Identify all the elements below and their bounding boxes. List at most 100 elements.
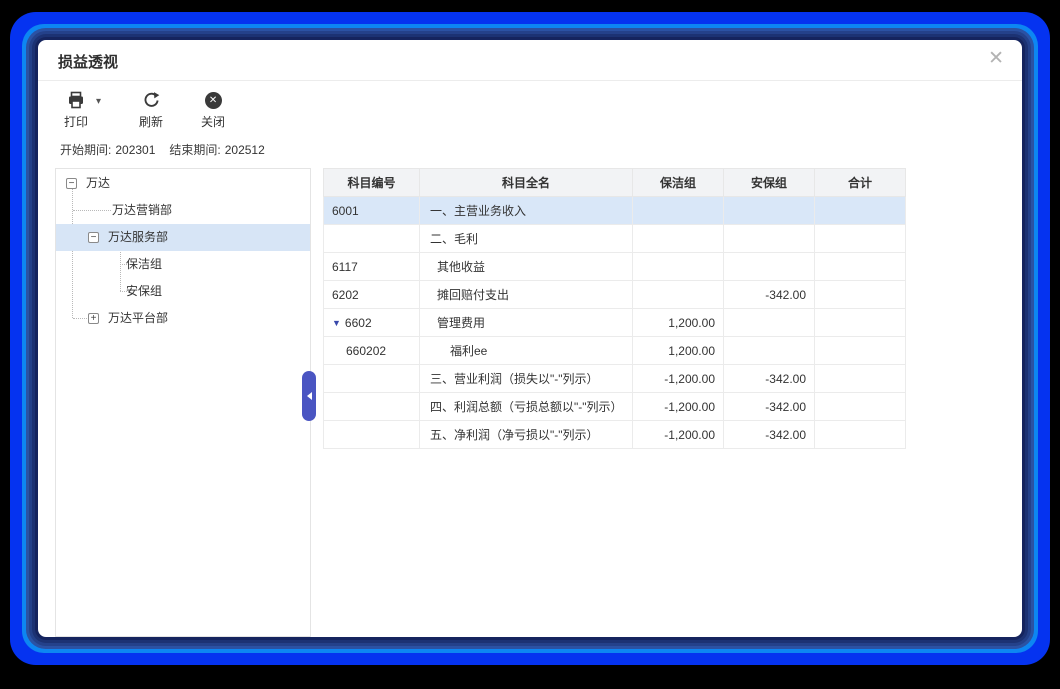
account-code-cell: 6202	[324, 281, 420, 309]
window-close-icon[interactable]: ✕	[988, 48, 1004, 70]
security-group-amount-cell	[724, 309, 815, 337]
account-row[interactable]: ▼6602管理费用1,200.00	[324, 309, 906, 337]
cleaning-group-amount-cell: 1,200.00	[633, 309, 724, 337]
column-header: 保洁组	[633, 169, 724, 197]
cleaning-group-amount-cell: -1,200.00	[633, 421, 724, 449]
column-header: 安保组	[724, 169, 815, 197]
account-row[interactable]: 二、毛利	[324, 225, 906, 253]
total-amount-cell	[815, 337, 906, 365]
account-code-cell	[324, 365, 420, 393]
cleaning-group-amount-cell	[633, 225, 724, 253]
total-amount-cell	[815, 253, 906, 281]
close-button[interactable]: ✕ 关闭	[195, 90, 231, 130]
security-group-amount-cell: -342.00	[724, 365, 815, 393]
cleaning-group-amount-cell: -1,200.00	[633, 393, 724, 421]
column-header: 科目全名	[420, 169, 633, 197]
org-tree: −万达万达营销部−万达服务部保洁组安保组+万达平台部	[56, 169, 310, 332]
security-group-amount-cell	[724, 253, 815, 281]
total-amount-cell	[815, 365, 906, 393]
close-button-label: 关闭	[201, 113, 225, 130]
account-table: 科目编号科目全名保洁组安保组合计 6001一、主营业务收入二、毛利6117其他收…	[323, 168, 906, 449]
column-header: 科目编号	[324, 169, 420, 197]
account-row[interactable]: 6117其他收益	[324, 253, 906, 281]
collapse-toggle-icon[interactable]: −	[88, 232, 99, 243]
security-group-amount-cell	[724, 197, 815, 225]
total-amount-cell	[815, 197, 906, 225]
toolbar: 打印 ▾ 刷新 ✕ 关闭	[58, 90, 231, 130]
account-name-cell: 三、营业利润（损失以"-"列示）	[420, 365, 633, 393]
account-name-cell: 五、净利润（净亏损以"-"列示）	[420, 421, 633, 449]
cleaning-group-amount-cell: 1,200.00	[633, 337, 724, 365]
end-period-label: 结束期间:	[169, 143, 220, 157]
tree-item-label: 万达平台部	[56, 305, 168, 332]
account-name-cell: 二、毛利	[420, 225, 633, 253]
refresh-button-label: 刷新	[139, 113, 163, 130]
account-name-cell: 福利ee	[420, 337, 633, 365]
expand-toggle-icon[interactable]: +	[88, 313, 99, 324]
security-group-amount-cell: -342.00	[724, 421, 815, 449]
total-amount-cell	[815, 225, 906, 253]
tree-item-label: 万达营销部	[56, 197, 172, 224]
titlebar: 损益透视 ✕	[38, 40, 1022, 81]
account-grid-panel: 科目编号科目全名保洁组安保组合计 6001一、主营业务收入二、毛利6117其他收…	[323, 168, 905, 449]
security-group-amount-cell	[724, 337, 815, 365]
account-name-cell: 摊回赔付支出	[420, 281, 633, 309]
column-header: 合计	[815, 169, 906, 197]
tree-item-label: 万达	[56, 170, 110, 197]
tree-item[interactable]: +万达平台部	[56, 305, 310, 332]
start-period-label: 开始期间:	[60, 143, 111, 157]
tree-item[interactable]: −万达	[56, 170, 310, 197]
tree-item[interactable]: 保洁组	[56, 251, 310, 278]
total-amount-cell	[815, 309, 906, 337]
page-background: 损益透视 ✕ 打印 ▾	[0, 0, 1060, 689]
account-code-cell	[324, 393, 420, 421]
account-row[interactable]: 五、净利润（净亏损以"-"列示）-1,200.00-342.00	[324, 421, 906, 449]
account-code-cell: 660202	[324, 337, 420, 365]
profit-loss-perspective-window: 损益透视 ✕ 打印 ▾	[38, 40, 1022, 637]
printer-icon	[66, 90, 86, 110]
account-name-cell: 管理费用	[420, 309, 633, 337]
tree-item[interactable]: 万达营销部	[56, 197, 310, 224]
tree-item-label: 保洁组	[56, 251, 162, 278]
account-name-cell: 其他收益	[420, 253, 633, 281]
security-group-amount-cell	[724, 225, 815, 253]
cleaning-group-amount-cell	[633, 197, 724, 225]
account-code-cell	[324, 225, 420, 253]
cleaning-group-amount-cell: -1,200.00	[633, 365, 724, 393]
account-name-cell: 四、利润总额（亏损总额以"-"列示）	[420, 393, 633, 421]
period-filters: 开始期间:202301结束期间:202512	[60, 141, 279, 158]
tree-item[interactable]: 安保组	[56, 278, 310, 305]
end-period-value: 202512	[225, 143, 265, 157]
tree-item[interactable]: −万达服务部	[56, 224, 310, 251]
row-expand-arrow-icon[interactable]: ▼	[332, 318, 341, 328]
account-code-cell: ▼6602	[324, 309, 420, 337]
account-row[interactable]: 四、利润总额（亏损总额以"-"列示）-1,200.00-342.00	[324, 393, 906, 421]
cleaning-group-amount-cell	[633, 253, 724, 281]
refresh-icon	[142, 90, 161, 110]
account-row[interactable]: 三、营业利润（损失以"-"列示）-1,200.00-342.00	[324, 365, 906, 393]
account-row[interactable]: 6202摊回赔付支出 -342.00	[324, 281, 906, 309]
total-amount-cell	[815, 421, 906, 449]
account-code-cell: 6001	[324, 197, 420, 225]
total-amount-cell	[815, 281, 906, 309]
print-dropdown-caret-icon[interactable]: ▾	[96, 96, 101, 107]
account-code-cell: 6117	[324, 253, 420, 281]
arrow-left-icon	[303, 392, 312, 400]
tree-item-label: 安保组	[56, 278, 162, 305]
cleaning-group-amount-cell	[633, 281, 724, 309]
collapse-panel-handle[interactable]	[302, 371, 316, 421]
close-circle-icon: ✕	[205, 90, 222, 110]
account-name-cell: 一、主营业务收入	[420, 197, 633, 225]
collapse-toggle-icon[interactable]: −	[66, 178, 77, 189]
security-group-amount-cell: -342.00	[724, 281, 815, 309]
account-row[interactable]: 660202福利ee1,200.00	[324, 337, 906, 365]
refresh-button[interactable]: 刷新	[133, 90, 169, 130]
tree-item-label: 万达服务部	[56, 224, 168, 251]
total-amount-cell	[815, 393, 906, 421]
print-button-label: 打印	[64, 113, 88, 130]
account-row[interactable]: 6001一、主营业务收入	[324, 197, 906, 225]
account-code-cell	[324, 421, 420, 449]
security-group-amount-cell: -342.00	[724, 393, 815, 421]
print-button[interactable]: 打印	[58, 90, 94, 130]
org-tree-panel: −万达万达营销部−万达服务部保洁组安保组+万达平台部	[55, 168, 311, 637]
